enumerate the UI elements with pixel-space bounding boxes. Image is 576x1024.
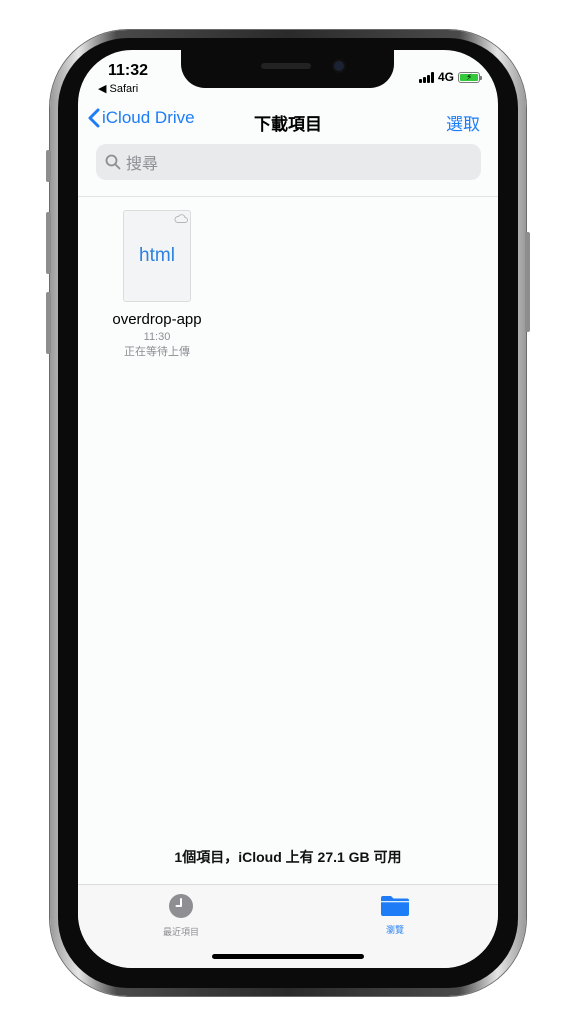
network-type: 4G <box>437 70 454 84</box>
tab-recents[interactable]: 最近項目 <box>136 893 226 938</box>
file-thumbnail: html <box>123 210 191 302</box>
cloud-icon <box>174 214 188 223</box>
tab-recents-label: 最近項目 <box>162 927 199 937</box>
home-indicator[interactable] <box>212 954 364 959</box>
signal-icon <box>418 71 434 83</box>
file-item[interactable]: html overdrop-app 11:30 正在等待上傳 <box>106 210 208 359</box>
power-button <box>525 232 530 332</box>
status-indicators: 4G ⚡ <box>418 70 482 84</box>
divider <box>78 196 498 197</box>
tab-browse[interactable]: 瀏覽 <box>350 893 440 936</box>
tab-browse-label: 瀏覽 <box>385 925 404 935</box>
file-upload-status: 正在等待上傳 <box>124 346 190 358</box>
notch <box>181 50 394 88</box>
front-camera <box>334 61 344 71</box>
volume-down-button <box>46 292 51 354</box>
search-placeholder: 搜尋 <box>126 156 159 173</box>
status-time: 11:32 <box>108 62 149 79</box>
chevron-left-icon <box>88 108 100 128</box>
file-name: overdrop-app <box>112 311 202 328</box>
back-to-app-link[interactable]: ◀ Safari <box>98 82 138 95</box>
file-time: 11:30 <box>143 331 171 343</box>
clock-icon <box>169 894 193 918</box>
back-button-label: iCloud Drive <box>102 108 195 127</box>
ring-switch <box>46 150 51 182</box>
volume-up-button <box>46 212 51 274</box>
search-icon <box>105 154 121 170</box>
back-button[interactable]: iCloud Drive <box>88 108 195 128</box>
screen: 11:32 ◀ Safari 4G ⚡ iCloud Drive 下載項目 選取… <box>78 50 498 968</box>
file-type-label: html <box>139 245 175 266</box>
search-input[interactable]: 搜尋 <box>96 144 481 180</box>
battery-icon: ⚡ <box>458 71 482 83</box>
speaker <box>261 63 311 69</box>
folder-icon <box>381 896 409 916</box>
storage-summary: 1個項目，iCloud 上有 27.1 GB 可用 <box>174 849 402 865</box>
select-button[interactable]: 選取 <box>446 110 480 135</box>
